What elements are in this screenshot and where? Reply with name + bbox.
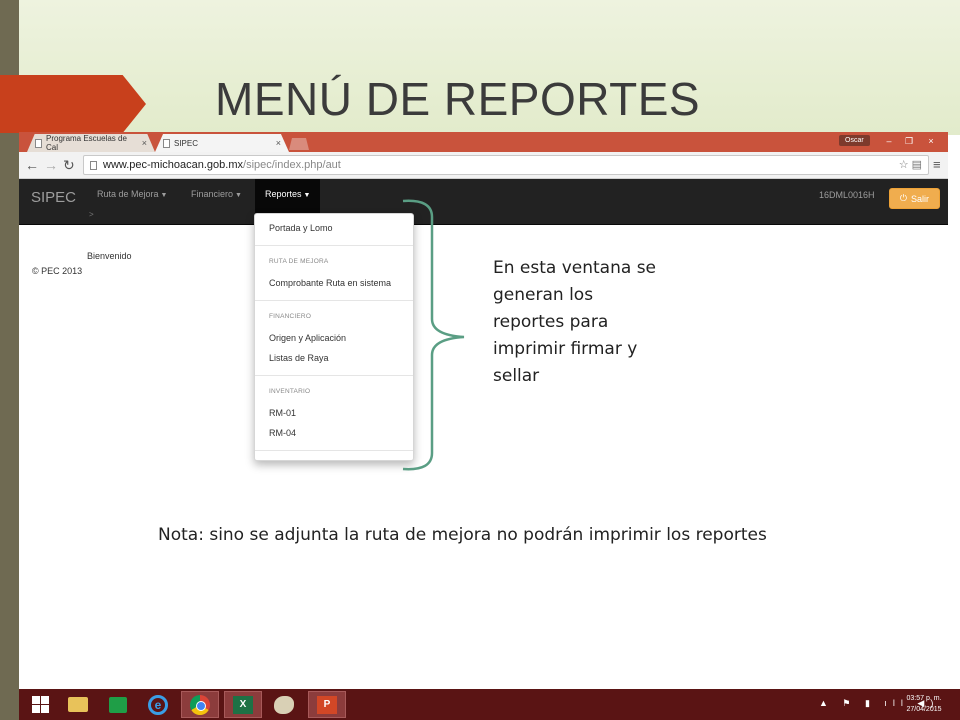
caret-down-icon: ▼: [160, 192, 168, 199]
school-code: 16DML0016H: [819, 190, 875, 200]
menu-item-comprobante-ruta[interactable]: Comprobante Ruta en sistema: [269, 278, 391, 288]
caret-down-icon: ▼: [235, 192, 242, 199]
start-button[interactable]: [21, 691, 59, 718]
taskbar-chrome[interactable]: [181, 691, 219, 718]
copyright-text: © PEC 2013: [32, 266, 83, 276]
callout-text: En esta ventana se generan los reportes …: [493, 258, 657, 386]
url-path: /sipec/index.php/aut: [243, 159, 341, 171]
taskbar-powerpoint[interactable]: P: [308, 691, 346, 718]
nav-reportes[interactable]: Reportes ▼: [255, 179, 321, 213]
close-icon[interactable]: ×: [276, 138, 281, 148]
store-icon: [109, 696, 127, 713]
nav-label: Ruta de Mejora: [97, 189, 159, 199]
slide-title: MENÚ DE REPORTES: [215, 73, 701, 125]
menu-header-inventario: INVENTARIO: [269, 388, 311, 395]
start-icon: [31, 696, 49, 713]
menu-item-rm-01[interactable]: RM-01: [269, 408, 296, 418]
excel-icon: X: [233, 695, 253, 714]
page-icon: [90, 160, 97, 170]
forward-arrow-icon[interactable]: →: [44, 157, 58, 173]
breadcrumb-chevron: >: [89, 210, 94, 219]
nav-ruta-de-mejora[interactable]: Ruta de Mejora ▼: [87, 179, 177, 213]
browser-toolbar: ← → ↻ www.pec-michoacan.gob.mx/sipec/ind…: [19, 152, 948, 179]
logout-label: Salir: [911, 193, 930, 204]
welcome-text: Bienvenido: [87, 251, 132, 261]
taskbar-excel[interactable]: X: [224, 691, 262, 718]
tab-programa-escuelas[interactable]: Programa Escuelas de Cal ×: [27, 134, 155, 152]
caret-down-icon: ▼: [303, 192, 311, 199]
clock-time: 03:57 p. m.: [906, 695, 942, 702]
hamburger-menu-icon[interactable]: ≡: [933, 157, 941, 172]
menu-divider: [255, 450, 413, 451]
taskbar-file-explorer[interactable]: [59, 691, 97, 718]
tab-bar: Programa Escuelas de Cal × SIPEC × Oscar…: [19, 132, 948, 152]
tab-label: SIPEC: [174, 138, 199, 148]
close-icon[interactable]: ×: [142, 138, 147, 148]
taskbar-clock[interactable]: 03:57 p. m. 27/04/2015: [894, 693, 954, 715]
menu-divider: [255, 245, 413, 246]
app-navbar: SIPEC Ruta de Mejora ▼ Financiero ▼ Report…: [19, 179, 948, 225]
menu-item-origen-y-aplicacion[interactable]: Origen y Aplicación: [269, 333, 346, 343]
power-icon: ⏻: [899, 193, 908, 203]
nav-label: Reportes: [265, 189, 302, 199]
tab-sipec[interactable]: SIPEC ×: [155, 134, 289, 152]
menu-header-ruta-de-mejora: RUTA DE MEJORA: [269, 258, 329, 265]
nav-label: Financiero: [191, 189, 234, 199]
back-arrow-icon[interactable]: ←: [25, 157, 39, 173]
windows-taskbar: e X P ▲ ⚑ ▮ ıll ◀) 03:57 p. m. 27/04/201…: [19, 689, 960, 720]
menu-item-portada-y-lomo[interactable]: Portada y Lomo: [269, 223, 333, 233]
slide-arrow-decoration: [0, 75, 146, 133]
note-text: Nota: sino se adjunta la ruta de mejora …: [158, 525, 767, 545]
menu-item-rm-04[interactable]: RM-04: [269, 428, 296, 438]
new-tab-button[interactable]: [289, 138, 309, 150]
page-icon: [35, 138, 42, 148]
window-close-button[interactable]: ×: [919, 134, 943, 148]
taskbar-internet-explorer[interactable]: e: [139, 691, 177, 718]
tab-label: Programa Escuelas de Cal: [46, 134, 127, 152]
menu-header-financiero: FINANCIERO: [269, 313, 312, 320]
menu-divider: [255, 375, 413, 376]
internet-explorer-icon: e: [148, 694, 168, 715]
chrome-icon: [190, 694, 210, 715]
address-bar[interactable]: www.pec-michoacan.gob.mx/sipec/index.php…: [83, 155, 929, 175]
curly-brace-annotation: [402, 199, 465, 471]
reportes-dropdown-menu: Portada y Lomo RUTA DE MEJORA Comprobant…: [254, 213, 414, 461]
menu-item-listas-de-raya[interactable]: Listas de Raya: [269, 353, 329, 363]
maximize-button[interactable]: ❐: [897, 134, 921, 148]
logout-button[interactable]: ⏻ Salir: [889, 188, 940, 209]
profile-badge[interactable]: Oscar: [839, 135, 870, 146]
browser-window: Programa Escuelas de Cal × SIPEC × Oscar…: [19, 132, 948, 689]
file-explorer-icon: [68, 697, 88, 712]
url-host: www.pec-michoacan.gob.mx: [103, 159, 244, 171]
taskbar-paint[interactable]: [265, 691, 303, 718]
menu-divider: [255, 300, 413, 301]
star-icon[interactable]: ☆ ▤: [899, 158, 922, 171]
taskbar-store[interactable]: [99, 691, 137, 718]
page-content: Bienvenido © PEC 2013: [19, 226, 948, 689]
paint-icon: [274, 695, 294, 714]
powerpoint-icon: P: [317, 695, 337, 714]
reload-icon[interactable]: ↻: [63, 157, 75, 173]
clock-date: 27/04/2015: [906, 706, 942, 713]
page-icon: [163, 138, 170, 148]
nav-financiero[interactable]: Financiero ▼: [181, 179, 252, 213]
app-brand[interactable]: SIPEC: [31, 189, 76, 206]
